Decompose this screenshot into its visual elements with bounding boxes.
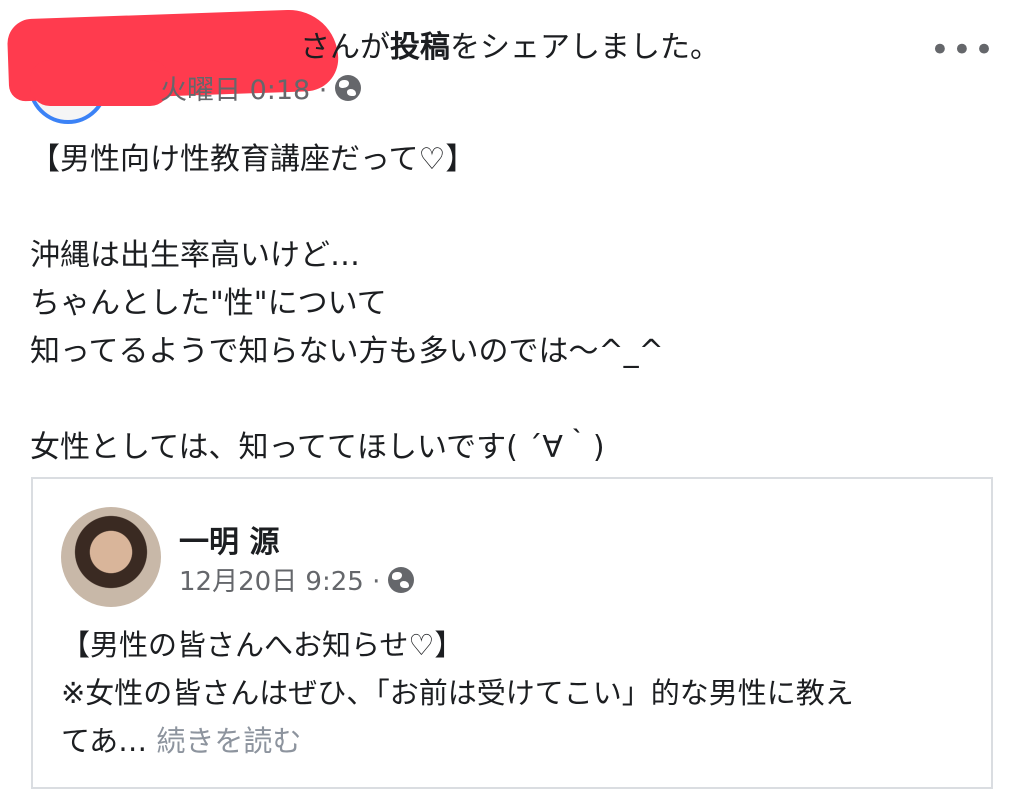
more-options-icon[interactable]: ••• — [930, 30, 996, 70]
redaction-mark-lower — [30, 60, 170, 106]
post-body: 【男性向け性教育講座だって♡】 沖縄は出生率高いけど… ちゃんとした"性"につい… — [30, 142, 664, 465]
post-meta: 火曜日 0:18 · — [160, 68, 362, 107]
shared-post-body: 【男性の皆さんへお知らせ♡】 ※女性の皆さんはぜひ、「お前は受けてこい」的な男性… — [61, 621, 981, 765]
post-link[interactable]: 投稿 — [390, 30, 450, 65]
share-description: さんが投稿をシェアしました。 — [300, 22, 720, 66]
post-timestamp[interactable]: 火曜日 0:18 · — [160, 68, 327, 107]
shared-author-avatar[interactable] — [61, 507, 161, 607]
shared-author-name[interactable]: 一明 源 — [179, 517, 279, 561]
share-rest: をシェアしました。 — [450, 30, 720, 65]
shared-post-timestamp[interactable]: 12月20日 9:25 · — [179, 561, 380, 598]
share-prefix: さんが — [300, 30, 390, 65]
globe-icon — [335, 74, 362, 101]
globe-icon — [388, 566, 415, 593]
post-header: さんが投稿をシェアしました。 火曜日 0:18 · ••• — [0, 0, 1024, 124]
see-more-link[interactable]: 続きを読む — [156, 724, 301, 758]
shared-post-meta: 12月20日 9:25 · — [179, 561, 415, 598]
shared-post-card[interactable]: 一明 源 12月20日 9:25 · 【男性の皆さんへお知らせ♡】 ※女性の皆さ… — [31, 477, 993, 789]
